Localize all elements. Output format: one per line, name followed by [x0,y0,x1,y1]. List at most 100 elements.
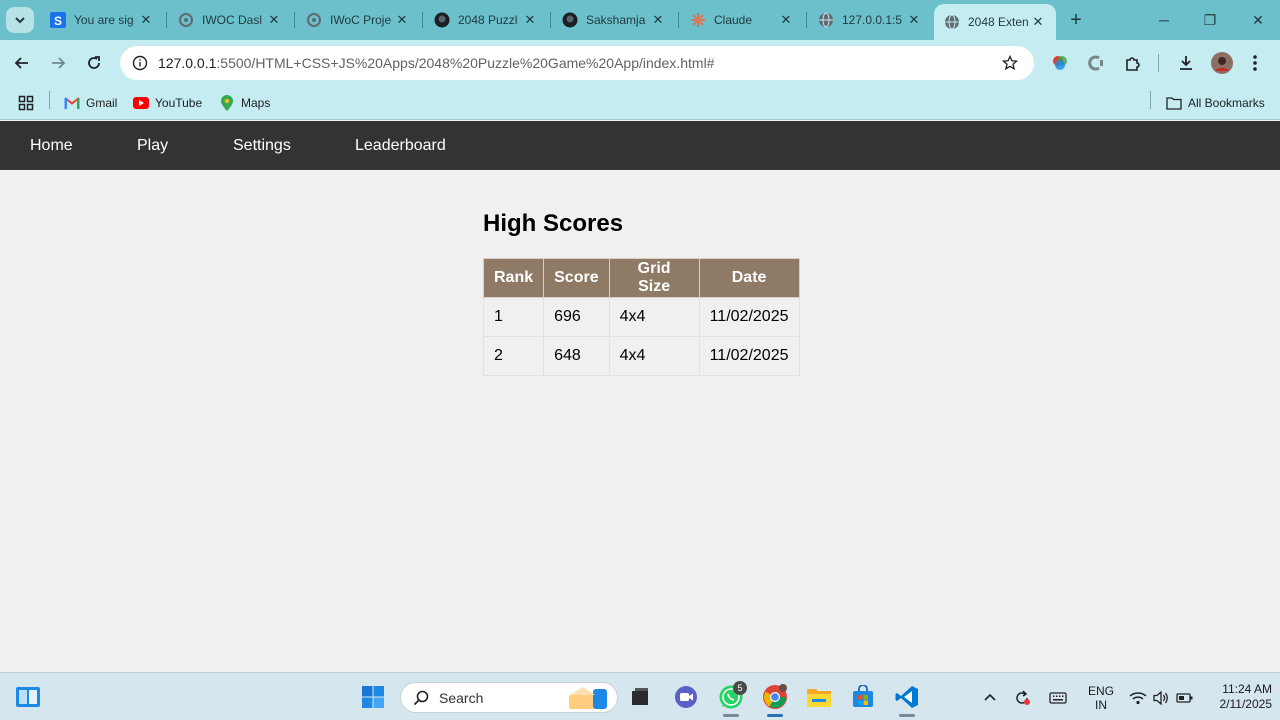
chevron-up-icon[interactable] [980,688,1000,708]
all-bookmarks-button[interactable]: All Bookmarks [1166,93,1265,113]
url-host: 127.0.0.1 [158,55,217,71]
url-path: :5500/HTML+CSS+JS%20Apps/2048%20Puzzle%2… [216,55,715,71]
tab-strip: S You are sig ✕ IWOC Dasl ✕ IWoC Proje ✕… [0,0,1280,40]
extensions-puzzle-icon[interactable] [1122,52,1144,74]
language-code: ENG [1087,684,1114,698]
nav-play-link[interactable]: Play [137,121,168,170]
bookmark-separator [1150,91,1151,109]
close-window-button[interactable]: ✕ [1246,8,1270,32]
close-icon[interactable]: ✕ [650,12,666,28]
language-indicator[interactable]: ENG IN [1086,684,1116,712]
tab-sakshamja-github[interactable]: Sakshamja ✕ [552,6,676,34]
minimize-button[interactable]: ─ [1152,8,1176,32]
sync-icon[interactable] [1012,688,1032,708]
close-icon[interactable]: ✕ [778,12,794,28]
bookmark-maps[interactable]: Maps [219,93,270,113]
task-view-icon[interactable] [625,682,655,712]
file-explorer-icon[interactable] [804,682,834,712]
widgets-icon[interactable] [13,682,43,712]
column-header-grid-size: Grid Size [608,258,700,298]
cell-grid-size: 4x4 [608,336,700,376]
claude-favicon [690,12,706,28]
site-info-icon[interactable] [130,53,150,73]
tab-iwoc-dashboard[interactable]: IWOC Dasl ✕ [168,6,292,34]
leaderboard-content: High Scores Rank Score Grid Size Date 1 … [0,170,1280,672]
bookmark-gmail[interactable]: Gmail [64,93,117,113]
tab-claude[interactable]: Claude ✕ [680,6,804,34]
forward-button[interactable] [45,50,71,76]
close-icon[interactable]: ✕ [906,12,922,28]
microsoft-store-icon[interactable] [848,682,878,712]
close-icon[interactable]: ✕ [522,12,538,28]
download-icon[interactable] [1175,52,1197,74]
extension-c-icon[interactable] [1085,52,1107,74]
close-icon[interactable]: ✕ [266,12,282,28]
tab-you-are-signed[interactable]: S You are sig ✕ [40,6,164,34]
profile-avatar[interactable] [1211,52,1233,74]
bookmark-star-icon[interactable] [1000,53,1020,73]
apps-button[interactable] [18,93,40,113]
all-bookmarks-label: All Bookmarks [1188,96,1265,110]
close-icon[interactable]: ✕ [138,12,154,28]
search-icon [413,690,429,706]
tab-search-button[interactable] [6,7,34,33]
globe-favicon [818,12,834,28]
cell-date: 11/02/2025 [698,297,800,337]
nav-settings-link[interactable]: Settings [233,121,291,170]
vscode-icon[interactable] [892,682,922,712]
github-favicon [434,12,450,28]
tab-title: 127.0.0.1:5 [842,13,903,27]
iwoc-favicon [178,12,194,28]
tab-title: 2048 Puzzl [458,13,518,27]
url-text[interactable]: 127.0.0.1:5500/HTML+CSS+JS%20Apps/2048%2… [158,55,714,71]
iwoc-favicon [306,12,322,28]
meet-video-icon[interactable] [671,682,701,712]
address-bar[interactable]: 127.0.0.1:5500/HTML+CSS+JS%20Apps/2048%2… [120,46,1034,80]
cell-score: 648 [543,336,610,376]
bookmark-separator [49,91,50,109]
arrow-left-icon [14,57,28,69]
bookmark-label: Maps [241,96,271,110]
bookmark-youtube[interactable]: YouTube [133,93,202,113]
back-button[interactable] [9,50,35,76]
close-icon[interactable]: ✕ [1030,14,1046,30]
chrome-icon[interactable] [760,682,790,712]
close-icon[interactable]: ✕ [394,12,410,28]
tab-title: IWOC Dasl [202,13,262,27]
keyboard-icon[interactable] [1048,688,1068,708]
reload-button[interactable] [81,50,107,76]
volume-icon[interactable] [1151,688,1171,708]
running-indicator [899,714,915,717]
site-nav: Home Play Settings Leaderboard [0,121,1280,170]
new-tab-button[interactable]: + [1066,8,1086,32]
nav-home-link[interactable]: Home [30,121,73,170]
tab-iwoc-project[interactable]: IWoC Proje ✕ [296,6,420,34]
system-clock[interactable]: 11:24 AM 2/11/2025 [1198,682,1273,712]
battery-icon[interactable] [1175,688,1195,708]
table-header-row: Rank Score Grid Size Date [482,258,800,298]
restore-button[interactable]: ❐ [1198,8,1222,32]
chevron-down-icon [15,17,25,24]
tab-localhost[interactable]: 127.0.0.1:5 ✕ [808,6,932,34]
start-windows-icon[interactable] [358,682,388,712]
bookmark-label: YouTube [155,96,203,110]
page-title: High Scores [483,210,624,237]
whatsapp-badge: 5 [733,681,747,695]
table-row: 2 648 4x4 11/02/2025 [482,336,800,376]
wifi-icon[interactable] [1128,688,1148,708]
running-indicator [767,714,783,717]
cell-score: 696 [543,297,610,337]
apps-grid-icon [18,95,34,111]
tab-2048-puzzle-github[interactable]: 2048 Puzzl ✕ [424,6,548,34]
globe-favicon [944,14,960,30]
taskbar-search-box[interactable]: Search [400,682,618,713]
nav-leaderboard-link[interactable]: Leaderboard [355,121,446,170]
color-extension-icon[interactable] [1049,52,1071,74]
clock-time: 11:24 AM [1222,682,1272,696]
reload-icon [88,56,100,69]
tab-2048-extension-active[interactable]: 2048 Exten ✕ [934,4,1056,40]
tab-title: IWoC Proje [330,13,392,27]
search-highlight-icon [569,687,607,709]
more-menu-icon[interactable] [1244,52,1266,74]
cell-grid-size: 4x4 [608,297,700,337]
